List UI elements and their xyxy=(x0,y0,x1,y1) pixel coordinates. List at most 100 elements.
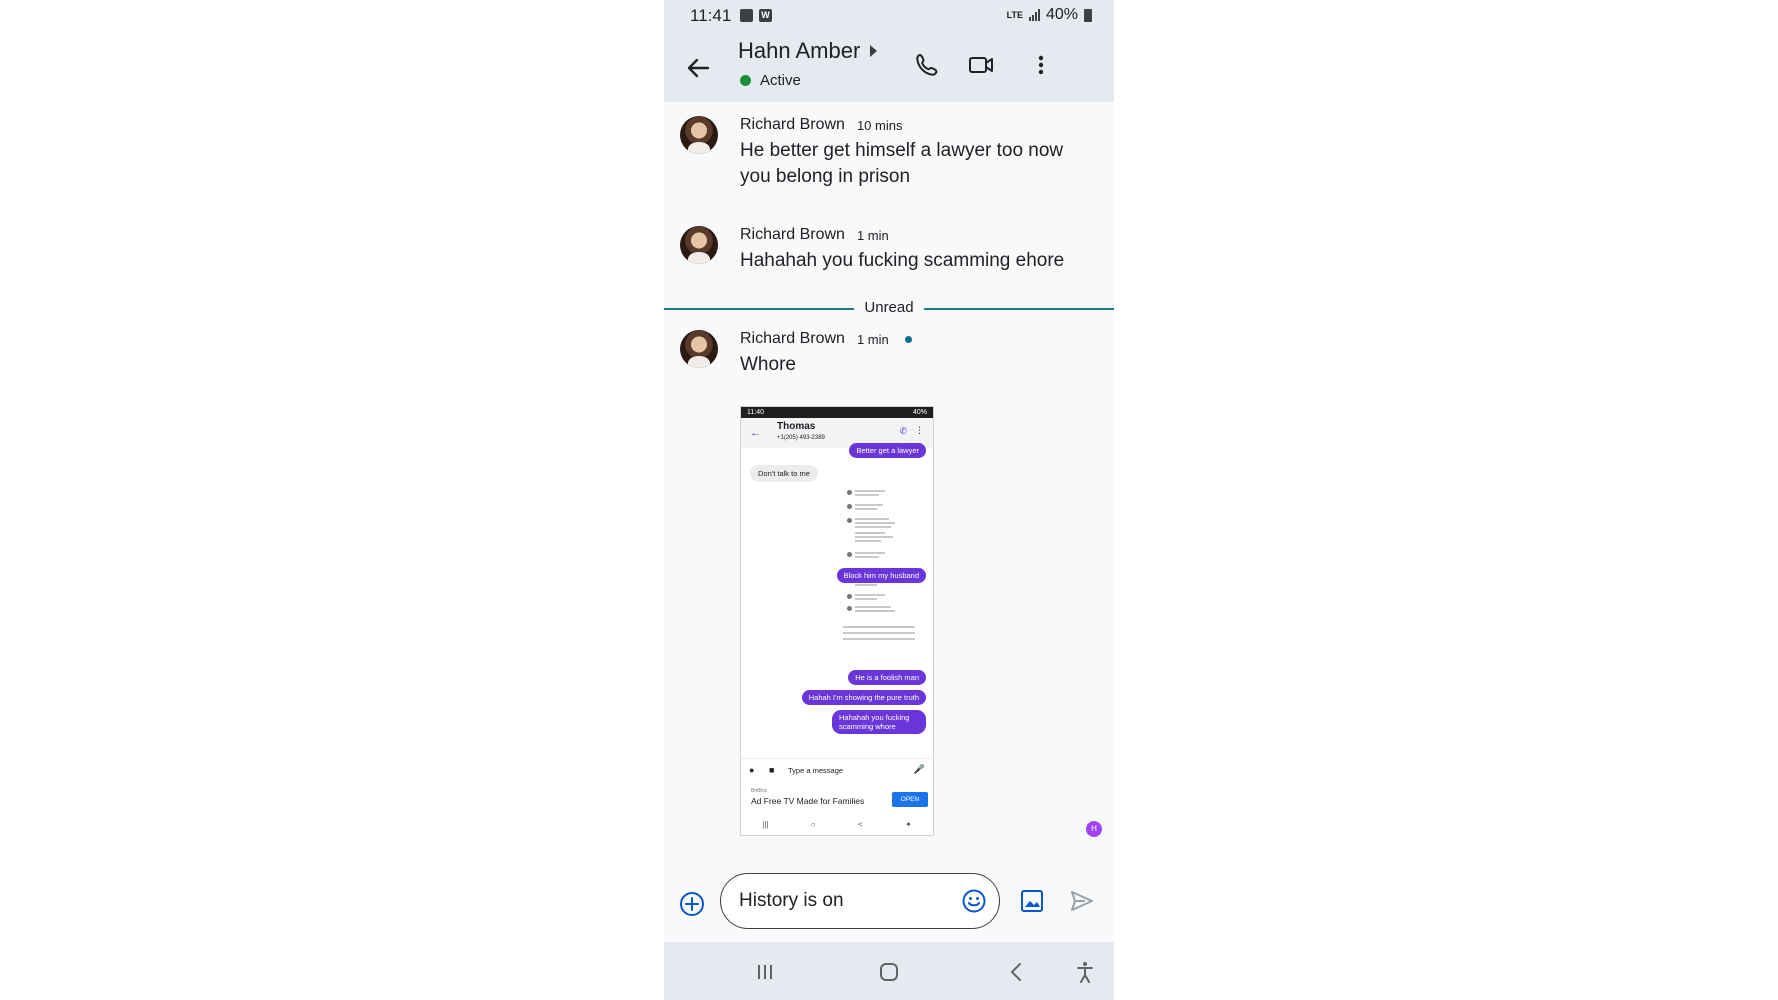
signal-icon xyxy=(1028,9,1040,21)
unread-indicator-icon xyxy=(904,335,912,343)
image-attachment[interactable]: 11:40 40% ← Thomas +1(205) 493-2389 ✆ ⋮ … xyxy=(740,406,934,836)
message-text: Whore xyxy=(740,354,796,375)
active-dot-icon xyxy=(740,75,751,86)
attachment-bubble-sent: He is a foolish man xyxy=(848,670,926,685)
ad-open-button: OPEN xyxy=(892,792,928,807)
message-item[interactable]: Richard Brown 1 min Hahahah you fucking … xyxy=(680,226,1100,282)
contact-name: Hahn Amber xyxy=(738,38,861,63)
message-time: 1 min xyxy=(856,227,889,243)
back-nav-icon[interactable] xyxy=(1004,959,1030,985)
nested-avatar xyxy=(847,552,852,557)
attachment-status-time: 11:40 xyxy=(747,409,764,416)
nested-line xyxy=(855,518,889,520)
nested-line xyxy=(855,552,885,554)
avatar[interactable] xyxy=(680,226,718,264)
attachment-composer: ● ■ Type a message 🎤 xyxy=(741,758,933,783)
more-options-icon[interactable] xyxy=(1026,50,1056,80)
attachment-more-icon: ⋮ xyxy=(915,425,924,435)
phone-screen: 11:41 W LTE 40% Hahn Amber Active Richar… xyxy=(664,0,1114,1000)
video-call-icon[interactable] xyxy=(966,50,996,80)
sender-name: Richard Brown xyxy=(740,116,845,133)
nested-line xyxy=(855,556,879,558)
unread-label: Unread xyxy=(854,299,924,316)
message-item[interactable]: Richard Brown 10 mins He better get hims… xyxy=(680,116,1100,196)
nested-line xyxy=(855,508,877,510)
nested-line xyxy=(843,626,915,628)
notification-icons: W xyxy=(740,9,772,22)
nested-line xyxy=(855,598,877,600)
phone-icon[interactable] xyxy=(912,50,942,80)
nested-line xyxy=(855,594,885,596)
presence-label: Active xyxy=(760,72,801,89)
back-arrow-icon[interactable] xyxy=(682,52,714,84)
message-input[interactable] xyxy=(739,886,949,916)
image-notification-icon xyxy=(740,9,753,22)
nested-avatar xyxy=(847,490,852,495)
attachment-camera-icon: ● xyxy=(749,765,755,775)
message-header: Richard Brown 1 min xyxy=(740,226,889,244)
attachment-nav-bar: ||| ○ < ✦ xyxy=(741,814,933,834)
attachment-input-placeholder: Type a message xyxy=(788,766,844,775)
nested-line xyxy=(843,638,915,640)
send-icon[interactable] xyxy=(1069,888,1095,914)
presence-status: Active xyxy=(740,72,801,89)
sender-name: Richard Brown xyxy=(740,226,845,243)
message-time: 10 mins xyxy=(856,117,903,133)
read-receipt-avatar: H xyxy=(1086,821,1102,837)
attachment-bubble-sent: Better get a lawyer xyxy=(849,443,926,458)
add-attachment-icon[interactable] xyxy=(678,890,706,918)
attachment-phone-icon: ✆ xyxy=(899,426,907,436)
message-text: Hahahah you fucking scamming ehore xyxy=(740,250,1065,271)
ad-text: Ad Free TV Made for Families xyxy=(751,796,865,806)
nested-line xyxy=(855,522,895,524)
nested-line xyxy=(855,494,879,496)
attachment-home-icon: ○ xyxy=(810,819,816,829)
attachment-status-bar: 11:40 40% xyxy=(741,407,933,418)
nested-line xyxy=(855,526,891,528)
attachment-bubble-sent: Hahahah you fucking scamming whore xyxy=(832,710,926,734)
nested-line xyxy=(855,504,883,506)
sender-name: Richard Brown xyxy=(740,330,845,347)
nested-avatar xyxy=(847,504,852,509)
recent-apps-icon[interactable] xyxy=(752,959,778,985)
nested-line xyxy=(855,532,885,534)
status-time: 11:41 xyxy=(690,6,732,25)
avatar[interactable] xyxy=(680,330,718,368)
message-text: He better get himself a lawyer too now y… xyxy=(740,140,1064,187)
attachment-back-icon: ← xyxy=(750,427,761,439)
nested-avatar xyxy=(847,594,852,599)
ad-sponsor: BritBox xyxy=(751,788,768,794)
unread-divider: Unread xyxy=(664,298,1114,320)
attachment-back-nav-icon: < xyxy=(858,819,863,829)
message-header: Richard Brown 10 mins xyxy=(740,116,902,134)
system-nav-bar xyxy=(664,942,1114,1000)
nested-line xyxy=(855,536,893,538)
message-time: 1 min xyxy=(856,331,889,347)
nested-avatar xyxy=(847,606,852,611)
message-header: Richard Brown 1 min xyxy=(740,330,912,348)
attachment-ad-banner: BritBox Ad Free TV Made for Families OPE… xyxy=(741,786,933,812)
nested-line xyxy=(843,632,915,634)
attachment-accessibility-icon: ✦ xyxy=(905,819,912,829)
message-composer[interactable] xyxy=(720,873,1000,929)
avatar[interactable] xyxy=(680,116,718,154)
conversation-header: Hahn Amber Active xyxy=(664,30,1114,102)
attachment-status-battery: 40% xyxy=(912,409,927,416)
status-right: LTE 40% xyxy=(1007,6,1092,24)
w-app-notification-icon: W xyxy=(759,9,772,22)
nested-line xyxy=(855,540,881,542)
nested-line xyxy=(855,610,895,612)
accessibility-icon[interactable] xyxy=(1072,959,1098,985)
emoji-icon[interactable] xyxy=(961,888,987,914)
attachment-bubble-sent: Hahah I'm showing the pure truth xyxy=(801,690,926,705)
nested-avatar xyxy=(847,518,852,523)
home-icon[interactable] xyxy=(876,959,902,985)
attachment-recents-icon: ||| xyxy=(762,819,769,829)
message-item[interactable]: Richard Brown 1 min Whore xyxy=(680,330,1100,390)
nested-line xyxy=(855,490,885,492)
gallery-icon[interactable] xyxy=(1019,888,1045,914)
contact-name-button[interactable]: Hahn Amber xyxy=(738,38,878,64)
attachment-contact-name: Thomas xyxy=(777,421,816,432)
attachment-bubble-sent: Block him my husband xyxy=(836,568,926,583)
nested-screenshot xyxy=(841,488,921,640)
